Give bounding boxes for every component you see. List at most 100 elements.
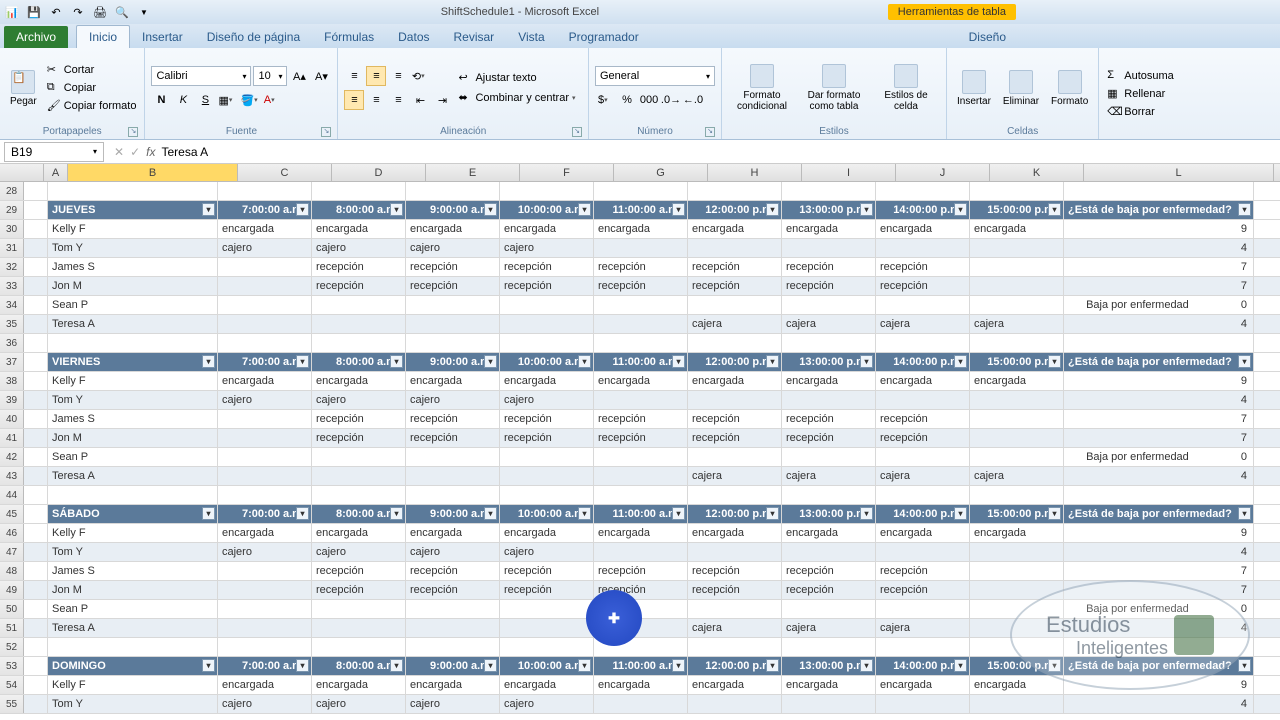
inc-decimal-button[interactable]: .0→ xyxy=(661,90,681,110)
cell[interactable] xyxy=(876,296,970,314)
cell[interactable] xyxy=(500,619,594,637)
cell[interactable]: Teresa A xyxy=(48,315,218,333)
cell[interactable] xyxy=(312,619,406,637)
cell[interactable]: 13:00:00 p.m.▾ xyxy=(782,657,876,675)
cell[interactable]: 7:00:00 a.m.▾ xyxy=(218,201,312,219)
cell[interactable]: cajera xyxy=(782,619,876,637)
cell[interactable]: cajero xyxy=(406,239,500,257)
cell[interactable]: 11:00:00 a.m.▾ xyxy=(594,505,688,523)
cell[interactable]: Sean P xyxy=(48,448,218,466)
filter-dropdown-icon[interactable]: ▾ xyxy=(672,507,685,520)
cell[interactable] xyxy=(688,448,782,466)
cell[interactable] xyxy=(876,638,970,656)
cell[interactable] xyxy=(688,638,782,656)
cell[interactable]: recepción xyxy=(406,277,500,295)
cell[interactable]: encargada xyxy=(406,220,500,238)
cell[interactable]: ¿Está de baja por enfermedad?▾ xyxy=(1064,353,1254,371)
col-header-C[interactable]: C xyxy=(238,164,332,181)
cell[interactable]: 8:00:00 a.m.▾ xyxy=(312,353,406,371)
row-header[interactable]: 28 xyxy=(0,182,24,200)
cell[interactable]: 10:00:00 a.m.▾ xyxy=(500,353,594,371)
qat-dropdown-icon[interactable]: ▼ xyxy=(136,4,152,20)
cell[interactable]: encargada xyxy=(970,372,1064,390)
cell[interactable]: encargada xyxy=(876,676,970,694)
merge-center-button[interactable]: ⬌Combinar y centrar▾ xyxy=(456,90,582,106)
cell[interactable]: encargada xyxy=(782,524,876,542)
cell[interactable] xyxy=(970,562,1064,580)
cell[interactable]: recepción xyxy=(594,410,688,428)
row-header[interactable]: 29 xyxy=(0,201,24,219)
cell[interactable]: encargada xyxy=(970,524,1064,542)
cell[interactable] xyxy=(1064,638,1254,656)
cell[interactable] xyxy=(970,182,1064,200)
cell[interactable] xyxy=(688,486,782,504)
cell[interactable] xyxy=(218,600,312,618)
cell[interactable]: DOMINGO▾ xyxy=(48,657,218,675)
col-header-E[interactable]: E xyxy=(426,164,520,181)
cell[interactable] xyxy=(876,334,970,352)
filter-dropdown-icon[interactable]: ▾ xyxy=(860,507,873,520)
filter-dropdown-icon[interactable]: ▾ xyxy=(390,659,403,672)
cell[interactable] xyxy=(500,638,594,656)
cell[interactable]: 15:00:00 p.m.▾ xyxy=(970,657,1064,675)
cell[interactable]: cajero xyxy=(312,543,406,561)
cell[interactable] xyxy=(876,600,970,618)
cell[interactable] xyxy=(312,334,406,352)
undo-icon[interactable]: ↶ xyxy=(48,4,64,20)
row-header[interactable]: 37 xyxy=(0,353,24,371)
row-header[interactable]: 44 xyxy=(0,486,24,504)
cell[interactable] xyxy=(688,334,782,352)
cell[interactable]: 13:00:00 p.m.▾ xyxy=(782,201,876,219)
row-header[interactable]: 42 xyxy=(0,448,24,466)
tab-revisar[interactable]: Revisar xyxy=(442,26,507,48)
row-header[interactable]: 36 xyxy=(0,334,24,352)
cell[interactable] xyxy=(218,296,312,314)
cell[interactable] xyxy=(782,695,876,713)
name-box[interactable]: B19▾ xyxy=(4,142,104,162)
tab-diseno-pagina[interactable]: Diseño de página xyxy=(195,26,312,48)
cell[interactable] xyxy=(688,182,782,200)
tab-file[interactable]: Archivo xyxy=(4,26,68,48)
cell[interactable]: 9 xyxy=(1064,676,1254,694)
filter-dropdown-icon[interactable]: ▾ xyxy=(202,355,215,368)
cell[interactable] xyxy=(970,429,1064,447)
filter-dropdown-icon[interactable]: ▾ xyxy=(860,355,873,368)
cell[interactable] xyxy=(970,258,1064,276)
cell[interactable] xyxy=(594,448,688,466)
align-middle-button[interactable]: ≡ xyxy=(366,66,386,86)
cell[interactable]: Jon M xyxy=(48,581,218,599)
cell[interactable]: cajero xyxy=(500,695,594,713)
cell[interactable]: 15:00:00 p.m.▾ xyxy=(970,353,1064,371)
filter-dropdown-icon[interactable]: ▾ xyxy=(766,659,779,672)
cell[interactable]: recepción xyxy=(406,429,500,447)
row-header[interactable]: 47 xyxy=(0,543,24,561)
row-header[interactable]: 55 xyxy=(0,695,24,713)
cell[interactable]: VIERNES▾ xyxy=(48,353,218,371)
filter-dropdown-icon[interactable]: ▾ xyxy=(296,203,309,216)
cell[interactable] xyxy=(218,334,312,352)
cell[interactable]: 9:00:00 a.m.▾ xyxy=(406,505,500,523)
cell[interactable]: recepción xyxy=(312,562,406,580)
cell[interactable]: cajera xyxy=(688,467,782,485)
cell[interactable]: cajera xyxy=(688,619,782,637)
filter-dropdown-icon[interactable]: ▾ xyxy=(390,355,403,368)
cell[interactable] xyxy=(970,410,1064,428)
cell[interactable]: 11:00:00 a.m.▾ xyxy=(594,353,688,371)
cell[interactable]: encargada xyxy=(406,676,500,694)
cell[interactable]: cajera xyxy=(688,315,782,333)
cell[interactable]: 7 xyxy=(1064,562,1254,580)
cell[interactable]: Tom Y xyxy=(48,391,218,409)
dialog-launcher-icon[interactable]: ↘ xyxy=(572,127,582,137)
filter-dropdown-icon[interactable]: ▾ xyxy=(296,659,309,672)
cell[interactable] xyxy=(782,296,876,314)
cell[interactable] xyxy=(970,448,1064,466)
cell[interactable]: Tom Y xyxy=(48,695,218,713)
cell[interactable] xyxy=(218,619,312,637)
filter-dropdown-icon[interactable]: ▾ xyxy=(766,355,779,368)
format-as-table-button[interactable]: Dar formato como tabla xyxy=(800,62,868,114)
cell[interactable] xyxy=(594,486,688,504)
paste-button[interactable]: 📋 Pegar xyxy=(6,68,41,109)
cell[interactable]: 4 xyxy=(1064,619,1254,637)
cell[interactable]: ¿Está de baja por enfermedad?▾ xyxy=(1064,201,1254,219)
grow-font-button[interactable]: A▴ xyxy=(289,66,309,86)
